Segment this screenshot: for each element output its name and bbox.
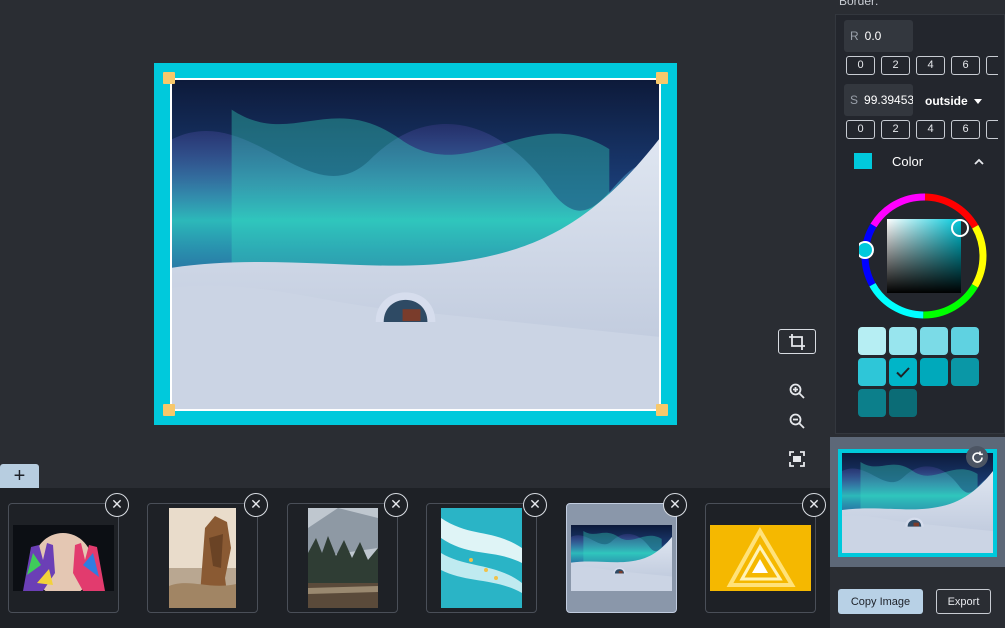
color-swatch[interactable] bbox=[920, 358, 948, 386]
zoom-in-icon bbox=[789, 383, 805, 399]
border-mode-select[interactable]: outside bbox=[921, 87, 990, 115]
fit-screen-icon bbox=[789, 451, 805, 467]
zoom-out-button[interactable] bbox=[782, 406, 812, 436]
thumbnail-image bbox=[441, 508, 522, 608]
caret-down-icon bbox=[973, 98, 982, 104]
thumbnail-painted-hands[interactable]: ✕ bbox=[8, 493, 129, 613]
zoom-out-icon bbox=[789, 413, 805, 429]
checkmark-icon bbox=[896, 366, 910, 378]
crop-button[interactable] bbox=[778, 329, 816, 354]
radius-presets: 0 2 4 6 bbox=[846, 56, 998, 75]
border-mode-value: outside bbox=[925, 94, 968, 108]
radius-preset[interactable]: 4 bbox=[916, 56, 945, 75]
color-swatch[interactable] bbox=[858, 327, 886, 355]
thumbnail-image bbox=[169, 508, 236, 608]
aurora-photo bbox=[170, 78, 661, 411]
thumbnail-image bbox=[307, 508, 378, 608]
radius-preset[interactable]: 0 bbox=[846, 56, 875, 75]
thumbnail-forest-lake[interactable]: ✕ bbox=[287, 493, 408, 613]
section-title: Border: bbox=[839, 0, 879, 8]
thumbnail-aurora-ice-hotel[interactable]: ✕ bbox=[566, 493, 687, 613]
canvas-area: + bbox=[0, 0, 830, 488]
thumbnail-surfers-wave[interactable]: ✕ bbox=[426, 493, 547, 613]
radius-label: R bbox=[850, 29, 859, 43]
color-picker[interactable] bbox=[856, 191, 989, 321]
color-section-header[interactable]: Color bbox=[854, 151, 984, 171]
crop-handle-top-left[interactable] bbox=[163, 72, 175, 84]
radius-value: 0.0 bbox=[864, 29, 882, 43]
current-color-swatch bbox=[854, 153, 872, 169]
size-field[interactable]: S 99.39453 bbox=[844, 84, 913, 116]
color-swatch[interactable] bbox=[858, 389, 886, 417]
thumbnail-image bbox=[710, 525, 811, 591]
preview-area bbox=[830, 437, 1005, 567]
add-image-button[interactable]: + bbox=[0, 464, 39, 488]
copy-image-button[interactable]: Copy Image bbox=[838, 589, 923, 614]
color-swatches bbox=[858, 327, 979, 417]
export-button[interactable]: Export bbox=[936, 589, 991, 614]
remove-thumbnail-button[interactable]: ✕ bbox=[105, 493, 129, 517]
size-value: 99.39453 bbox=[864, 93, 913, 107]
saturation-square[interactable] bbox=[887, 219, 961, 293]
color-label: Color bbox=[892, 153, 924, 169]
radius-preset[interactable]: 6 bbox=[951, 56, 980, 75]
remove-thumbnail-button[interactable]: ✕ bbox=[663, 493, 687, 517]
size-preset[interactable]: 6 bbox=[951, 120, 980, 139]
fit-to-screen-button[interactable] bbox=[782, 444, 812, 474]
color-swatch[interactable] bbox=[889, 358, 917, 386]
bordered-image[interactable] bbox=[154, 63, 677, 425]
thumbnail-yellow-triangle[interactable]: ✕ bbox=[705, 493, 826, 613]
zoom-in-button[interactable] bbox=[782, 376, 812, 406]
remove-thumbnail-button[interactable]: ✕ bbox=[244, 493, 268, 517]
color-swatch[interactable] bbox=[889, 389, 917, 417]
size-preset[interactable] bbox=[986, 120, 998, 139]
color-swatch[interactable] bbox=[920, 327, 948, 355]
size-label: S bbox=[850, 93, 859, 107]
color-swatch[interactable] bbox=[858, 358, 886, 386]
thumbnail-rock-formation[interactable]: ✕ bbox=[147, 493, 268, 613]
crop-icon bbox=[789, 333, 805, 350]
remove-thumbnail-button[interactable]: ✕ bbox=[384, 493, 408, 517]
size-preset[interactable]: 2 bbox=[881, 120, 910, 139]
size-preset[interactable]: 0 bbox=[846, 120, 875, 139]
remove-thumbnail-button[interactable]: ✕ bbox=[523, 493, 547, 517]
radius-preset[interactable] bbox=[986, 56, 998, 75]
color-swatch[interactable] bbox=[951, 358, 979, 386]
crop-handle-top-right[interactable] bbox=[656, 72, 668, 84]
size-presets: 0 2 4 6 bbox=[846, 120, 998, 139]
thumbnail-image bbox=[13, 525, 114, 591]
refresh-icon bbox=[971, 451, 983, 463]
chevron-up-icon bbox=[974, 158, 984, 165]
remove-thumbnail-button[interactable]: ✕ bbox=[802, 493, 826, 517]
reset-button[interactable] bbox=[966, 446, 988, 468]
hue-picker-handle[interactable] bbox=[856, 241, 874, 259]
crop-handle-bottom-right[interactable] bbox=[656, 404, 668, 416]
border-settings: R 0.0 0 2 4 6 S 99.39453 outside 0 2 4 6… bbox=[835, 14, 1005, 434]
radius-preset[interactable]: 2 bbox=[881, 56, 910, 75]
radius-field[interactable]: R 0.0 bbox=[844, 20, 913, 52]
thumbnail-image bbox=[571, 525, 672, 591]
filmstrip: ✕ ✕ ✕ ✕ ✕ ✕ bbox=[0, 488, 830, 628]
crop-handle-bottom-left[interactable] bbox=[163, 404, 175, 416]
color-swatch[interactable] bbox=[889, 327, 917, 355]
settings-panel: Border: R 0.0 0 2 4 6 S 99.39453 outside… bbox=[830, 0, 1005, 628]
color-swatch[interactable] bbox=[951, 327, 979, 355]
size-preset[interactable]: 4 bbox=[916, 120, 945, 139]
